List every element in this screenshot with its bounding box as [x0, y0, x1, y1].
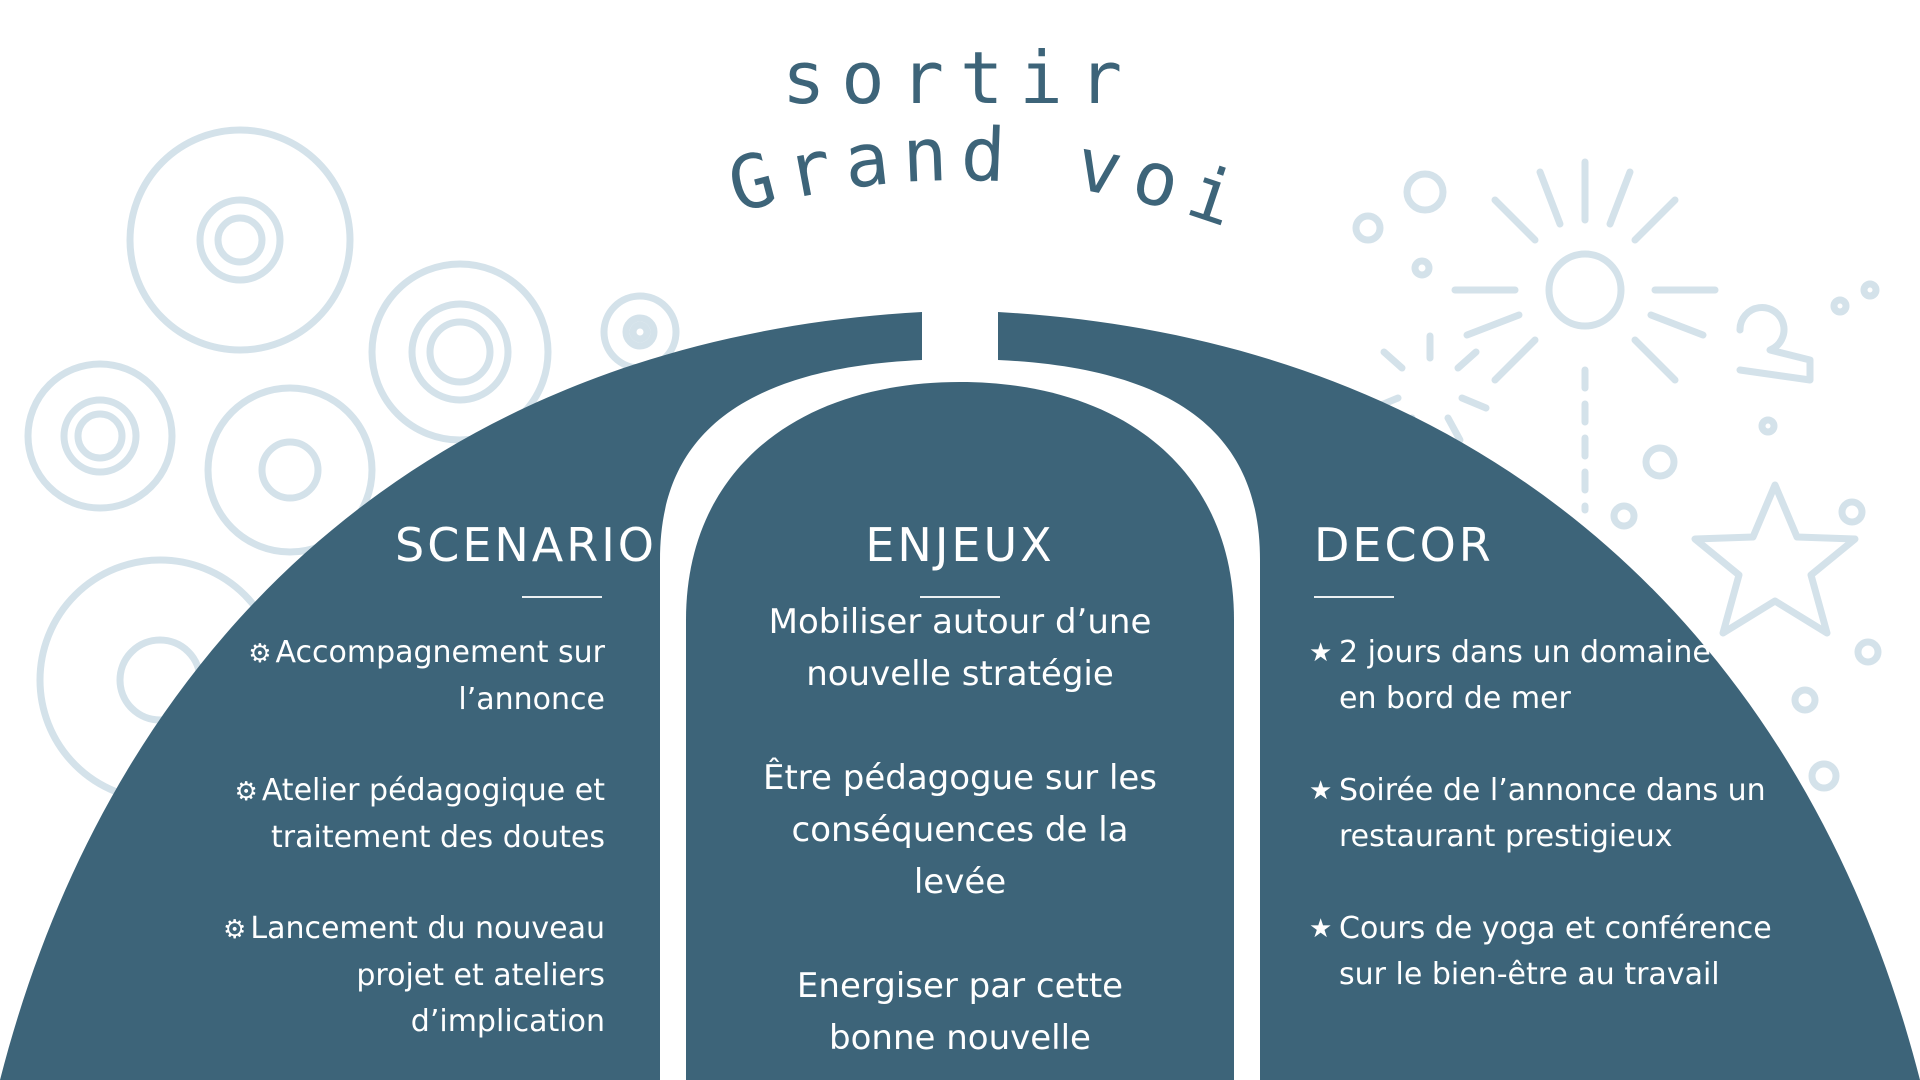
decor-item: ★ Cours de yoga et conférence sur le bien…: [1309, 906, 1779, 998]
decor-item: ★ Soirée de l’annonce dans un restaurant …: [1309, 768, 1779, 860]
scenario-item: ⚙ Lancement du nouveau projet et ateliers…: [175, 906, 605, 1045]
star-icon: ★: [1309, 776, 1333, 806]
enjeux-heading: ENJEUX: [865, 518, 1055, 572]
gear-icon: ⚙: [248, 639, 272, 669]
decor-divider: [1314, 596, 1394, 598]
scenario-item: ⚙ Accompagnement sur l’annonce: [175, 630, 605, 723]
gear-icon: ⚙: [223, 915, 247, 945]
decor-item: ★ 2 jours dans un domaine-spa en bord de …: [1309, 630, 1779, 722]
scenario-item: ⚙ Atelier pédagogique et traitement des d…: [175, 768, 606, 861]
enjeux-item: Energiser par cette bonne nouvelle: [796, 966, 1124, 1058]
decor-heading: DECOR: [1314, 518, 1494, 572]
star-icon: ★: [1309, 638, 1333, 668]
enjeux-item: Être pédagogue sur les conséquences de l…: [762, 758, 1158, 902]
scenario-heading: SCENARIO: [395, 518, 657, 572]
scenario-divider: [522, 596, 602, 598]
enjeux-item: Mobiliser autour d’une nouvelle stratégi…: [768, 602, 1152, 694]
star-icon: ★: [1309, 914, 1333, 944]
gear-icon: ⚙: [234, 777, 258, 807]
